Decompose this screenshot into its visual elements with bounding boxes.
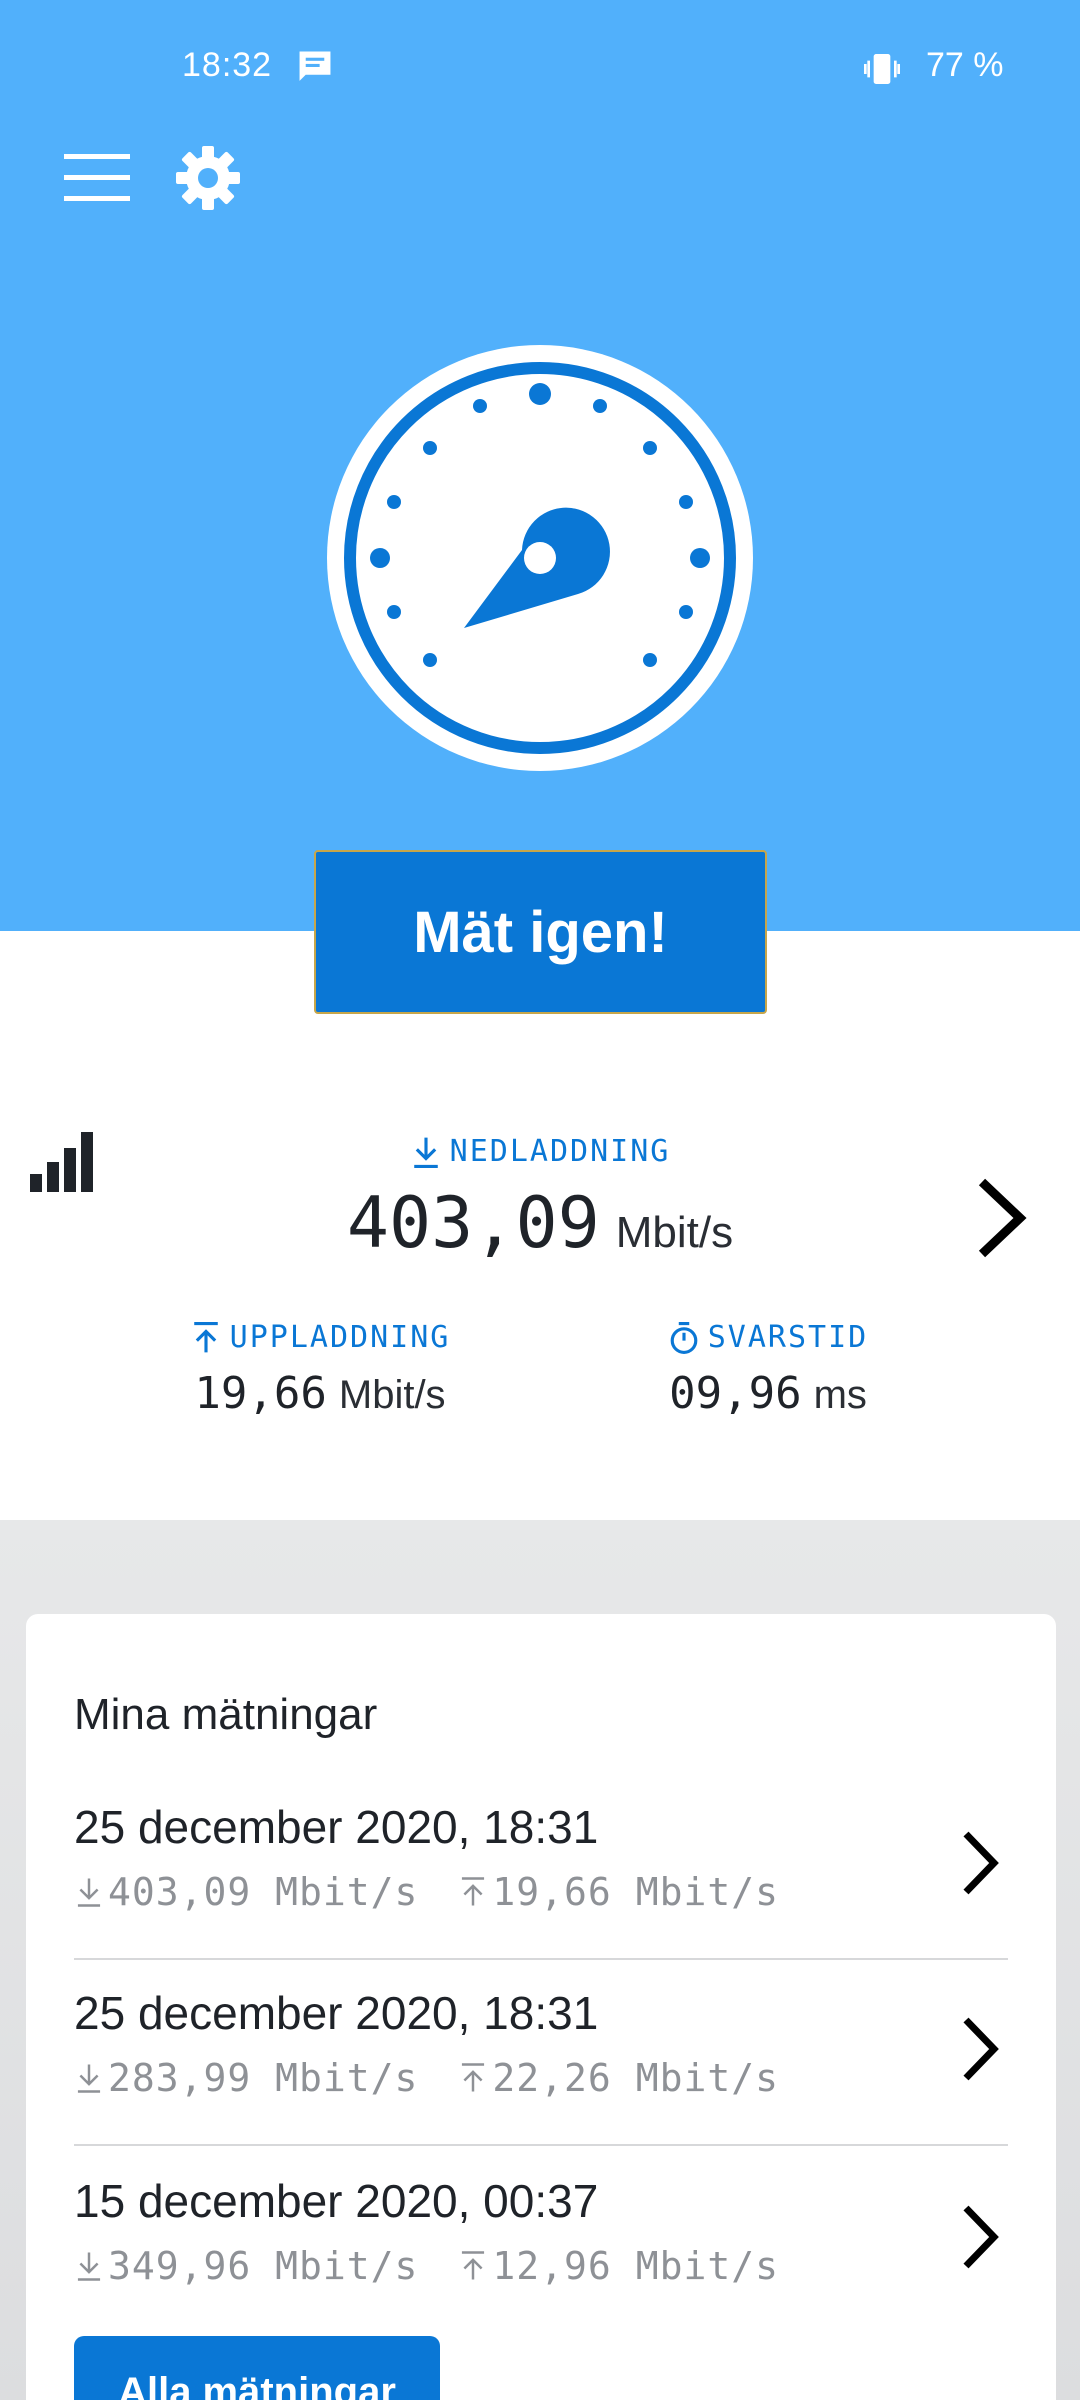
download-label: NEDLADDNING [410, 1134, 671, 1169]
ping-value: 09,96 ms [669, 1367, 867, 1419]
hamburger-menu-icon[interactable] [64, 150, 130, 206]
vibrate-icon [864, 54, 900, 84]
upload-result: UPPLADDNING 19,66 Mbit/s [160, 1320, 480, 1419]
download-arrow-icon [77, 1878, 101, 1907]
cellular-signal-icon [30, 1132, 93, 1192]
upload-arrow-icon [462, 2063, 485, 2092]
download-result: NEDLADDNING 403,09 Mbit/s [300, 1134, 780, 1264]
history-speeds: 403,09 Mbit/s 19,66 Mbit/s [74, 1870, 779, 1914]
history-download: 283,99 Mbit/s [108, 2056, 419, 2100]
gear-icon[interactable] [174, 144, 242, 212]
history-download: 349,96 Mbit/s [108, 2244, 419, 2288]
chevron-right-icon [963, 2017, 999, 2081]
ping-label: SVARSTID [668, 1320, 869, 1355]
history-speeds: 349,96 Mbit/s 12,96 Mbit/s [74, 2244, 779, 2288]
download-arrow-icon [77, 2064, 101, 2093]
history-date: 15 december 2020, 00:37 [74, 2175, 599, 2227]
hero-header: 18:32 77 % [0, 0, 1080, 931]
upload-value: 19,66 Mbit/s [194, 1367, 446, 1419]
download-arrow-icon [413, 1137, 438, 1168]
history-date: 25 december 2020, 18:31 [74, 1987, 599, 2039]
history-upload: 19,66 Mbit/s [492, 1870, 779, 1914]
history-card: Mina mätningar 25 december 2020, 18:31 4… [26, 1614, 1056, 2400]
upload-arrow-icon [462, 1877, 485, 1906]
status-time: 18:32 [182, 46, 273, 84]
history-row[interactable]: 25 december 2020, 18:31 283,99 Mbit/s 22… [74, 1960, 1008, 2146]
ping-result: SVARSTID 09,96 ms [628, 1320, 908, 1419]
message-notification-icon [299, 51, 331, 81]
history-speeds: 283,99 Mbit/s 22,26 Mbit/s [74, 2056, 779, 2100]
upload-arrow-icon [193, 1321, 218, 1352]
upload-arrow-icon [462, 2251, 485, 2280]
history-upload: 12,96 Mbit/s [492, 2244, 779, 2288]
history-title: Mina mätningar [74, 1690, 378, 1739]
history-upload: 22,26 Mbit/s [492, 2056, 779, 2100]
history-date: 25 december 2020, 18:31 [74, 1801, 599, 1853]
battery-level: 77 % [926, 46, 1004, 84]
chevron-right-icon [963, 2205, 999, 2269]
download-arrow-icon [77, 2252, 101, 2281]
download-value: 403,09 Mbit/s [346, 1181, 734, 1264]
retest-button[interactable]: Mät igen! [314, 850, 767, 1014]
speedometer-gauge-icon [327, 345, 753, 771]
status-bar: 18:32 77 % [0, 0, 1080, 136]
history-download: 403,09 Mbit/s [108, 1870, 419, 1914]
stopwatch-icon [670, 1321, 698, 1354]
upload-label: UPPLADDNING [190, 1320, 451, 1355]
chevron-right-icon[interactable] [972, 1176, 1030, 1260]
history-row[interactable]: 15 december 2020, 00:37 349,96 Mbit/s 12… [74, 2148, 1008, 2334]
all-measurements-button[interactable]: Alla mätningar [74, 2336, 440, 2400]
divider [74, 2144, 1008, 2146]
history-row[interactable]: 25 december 2020, 18:31 403,09 Mbit/s 19… [74, 1774, 1008, 1960]
chevron-right-icon [963, 1831, 999, 1895]
